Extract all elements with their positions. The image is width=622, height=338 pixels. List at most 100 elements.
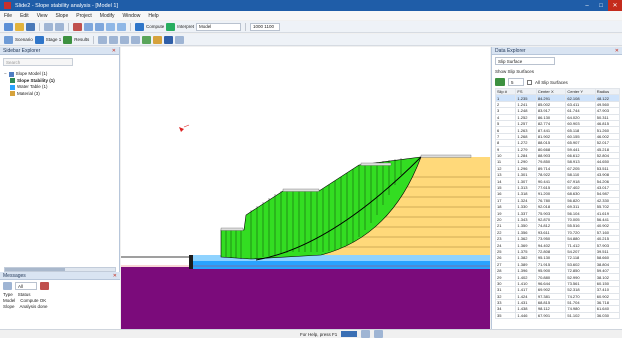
interpret-icon[interactable] [166, 22, 176, 31]
close-icon[interactable]: ✕ [608, 0, 622, 11]
grid-icon[interactable] [98, 35, 108, 44]
toolbar-divider [130, 22, 131, 31]
toolbar-divider [93, 35, 95, 44]
filter-icon[interactable] [3, 282, 12, 290]
app-icon [4, 2, 11, 9]
tree-item-material[interactable]: Material (3) [4, 91, 115, 98]
save-icon[interactable] [26, 22, 35, 31]
new-file-icon[interactable] [4, 22, 13, 31]
toe-support[interactable] [189, 255, 193, 269]
results-icon[interactable] [63, 35, 73, 44]
close-icon[interactable]: ✕ [615, 48, 619, 54]
messages-panel: Messages ✕ All Type Status Model Compute… [0, 272, 120, 329]
menu-help[interactable]: Help [148, 13, 158, 19]
scenario-icon[interactable] [4, 35, 13, 44]
label-icon[interactable] [153, 35, 163, 44]
messages-toolbar: All [0, 280, 120, 292]
window-controls: – □ ✕ [580, 0, 622, 11]
all-slip-checkbox[interactable] [527, 79, 532, 85]
slip-type-row: Slip Surface [492, 55, 622, 67]
slope-model-drawing[interactable] [121, 47, 490, 329]
table-cell: Slope [3, 304, 15, 309]
stage-icon[interactable] [34, 35, 44, 44]
menu-file[interactable]: File [4, 13, 12, 19]
ortho-icon[interactable] [120, 35, 130, 44]
refresh-icon[interactable] [495, 78, 505, 86]
status-bar: For Help, press F1 [0, 329, 622, 338]
results-label[interactable]: Results [74, 37, 89, 42]
filter-row: Show Slip Surfaces [492, 67, 622, 76]
sidebar-title: Sidebar Explorer [3, 47, 41, 54]
fit-icon[interactable] [374, 330, 384, 338]
menu-edit[interactable]: Edit [20, 13, 29, 19]
compute-label[interactable]: Compute [146, 24, 164, 29]
close-icon[interactable]: ✕ [112, 48, 116, 54]
close-icon[interactable]: ✕ [113, 273, 117, 279]
undo-icon[interactable] [44, 22, 53, 31]
slip-center-marker[interactable] [179, 127, 184, 132]
data-explorer-header: Data Explorer ✕ [492, 47, 622, 55]
zoom-out-icon[interactable] [95, 22, 104, 31]
measure-icon[interactable] [131, 35, 141, 44]
layers-icon[interactable] [164, 35, 174, 44]
filter-label: Show Slip Surfaces [495, 69, 535, 74]
select-icon[interactable] [73, 22, 82, 31]
secondary-toolbar: Scenario Stage 1 Results [0, 34, 622, 46]
table-row[interactable]: 35 1.446 67.901 51.102 36.030 [494, 311, 621, 320]
data-explorer-title: Data Explorer [495, 47, 526, 54]
zoom-in-icon[interactable] [84, 22, 93, 31]
pan-icon[interactable] [106, 22, 115, 31]
slip-center-arrow [183, 124, 190, 128]
view-dropdown[interactable]: 1000 1100 [250, 22, 281, 31]
scrollbar-thumb[interactable] [5, 268, 65, 271]
menu-slope[interactable]: Slope [55, 13, 68, 19]
scenario-label[interactable]: Scenario [15, 37, 33, 42]
table-row[interactable]: Slope Analysis done [3, 304, 117, 310]
maximize-icon[interactable]: □ [594, 0, 608, 11]
menu-modify[interactable]: Modify [100, 13, 115, 19]
count-input[interactable]: 5 [508, 78, 524, 86]
options-icon[interactable] [175, 35, 185, 44]
table-body: 1 1.235 84.291 62.108 48.122 2 1.241 85.002 63.4… [494, 94, 621, 320]
redo-icon[interactable] [55, 22, 64, 31]
filter-controls: 5 All Slip Surfaces [492, 76, 622, 88]
material-icon [10, 91, 15, 97]
stage-label[interactable]: Stage 1 [46, 37, 62, 42]
open-folder-icon[interactable] [15, 22, 24, 31]
model-dropdown[interactable]: Model [196, 22, 242, 31]
title-bar: Slide2 - Slope stability analysis - [Mod… [0, 0, 622, 11]
folder-icon [8, 71, 14, 77]
zoom-icon[interactable] [361, 330, 371, 338]
compute-icon[interactable] [135, 22, 144, 31]
minimize-icon[interactable]: – [580, 0, 594, 11]
messages-title: Messages [3, 272, 26, 279]
model-canvas[interactable] [121, 47, 490, 329]
zoom-extents-icon[interactable] [117, 22, 126, 31]
table-cell: 1.446 [515, 311, 537, 320]
table-cell: 67.901 [535, 311, 567, 320]
checkbox-label: All Slip Surfaces [535, 79, 568, 85]
table-cell: Analysis done [19, 304, 48, 309]
menu-view[interactable]: View [37, 13, 48, 19]
bedrock-layer[interactable] [121, 267, 490, 329]
interpret-label[interactable]: Interpret [177, 24, 194, 29]
search-input[interactable]: Search [3, 58, 73, 66]
clear-icon[interactable] [40, 282, 49, 290]
menu-project[interactable]: Project [76, 13, 92, 19]
snap-icon[interactable] [109, 35, 119, 44]
table-cell: 51.102 [565, 311, 596, 320]
material-icon[interactable] [142, 35, 152, 44]
status-text: For Help, press F1 [300, 331, 338, 337]
menu-window[interactable]: Window [123, 13, 141, 19]
slope-icon [10, 78, 15, 84]
app-window: Slide2 - Slope stability analysis - [Mod… [0, 0, 622, 338]
filter-dropdown[interactable]: All [15, 282, 37, 290]
menu-bar: File Edit View Slope Project Modify Wind… [0, 11, 622, 20]
sidebar-header: Sidebar Explorer ✕ [0, 47, 119, 55]
tree-item-label: Material (3) [17, 90, 40, 96]
slip-surface-table: Slip # FS Center X Center Y Radius 1 1.23… [494, 87, 621, 320]
expand-icon[interactable]: − [4, 71, 7, 78]
toolbar-divider [39, 22, 40, 31]
slip-type-dropdown[interactable]: Slip Surface [495, 57, 555, 65]
messages-table: Type Status Model Compute OK Slope Analy… [0, 292, 120, 310]
